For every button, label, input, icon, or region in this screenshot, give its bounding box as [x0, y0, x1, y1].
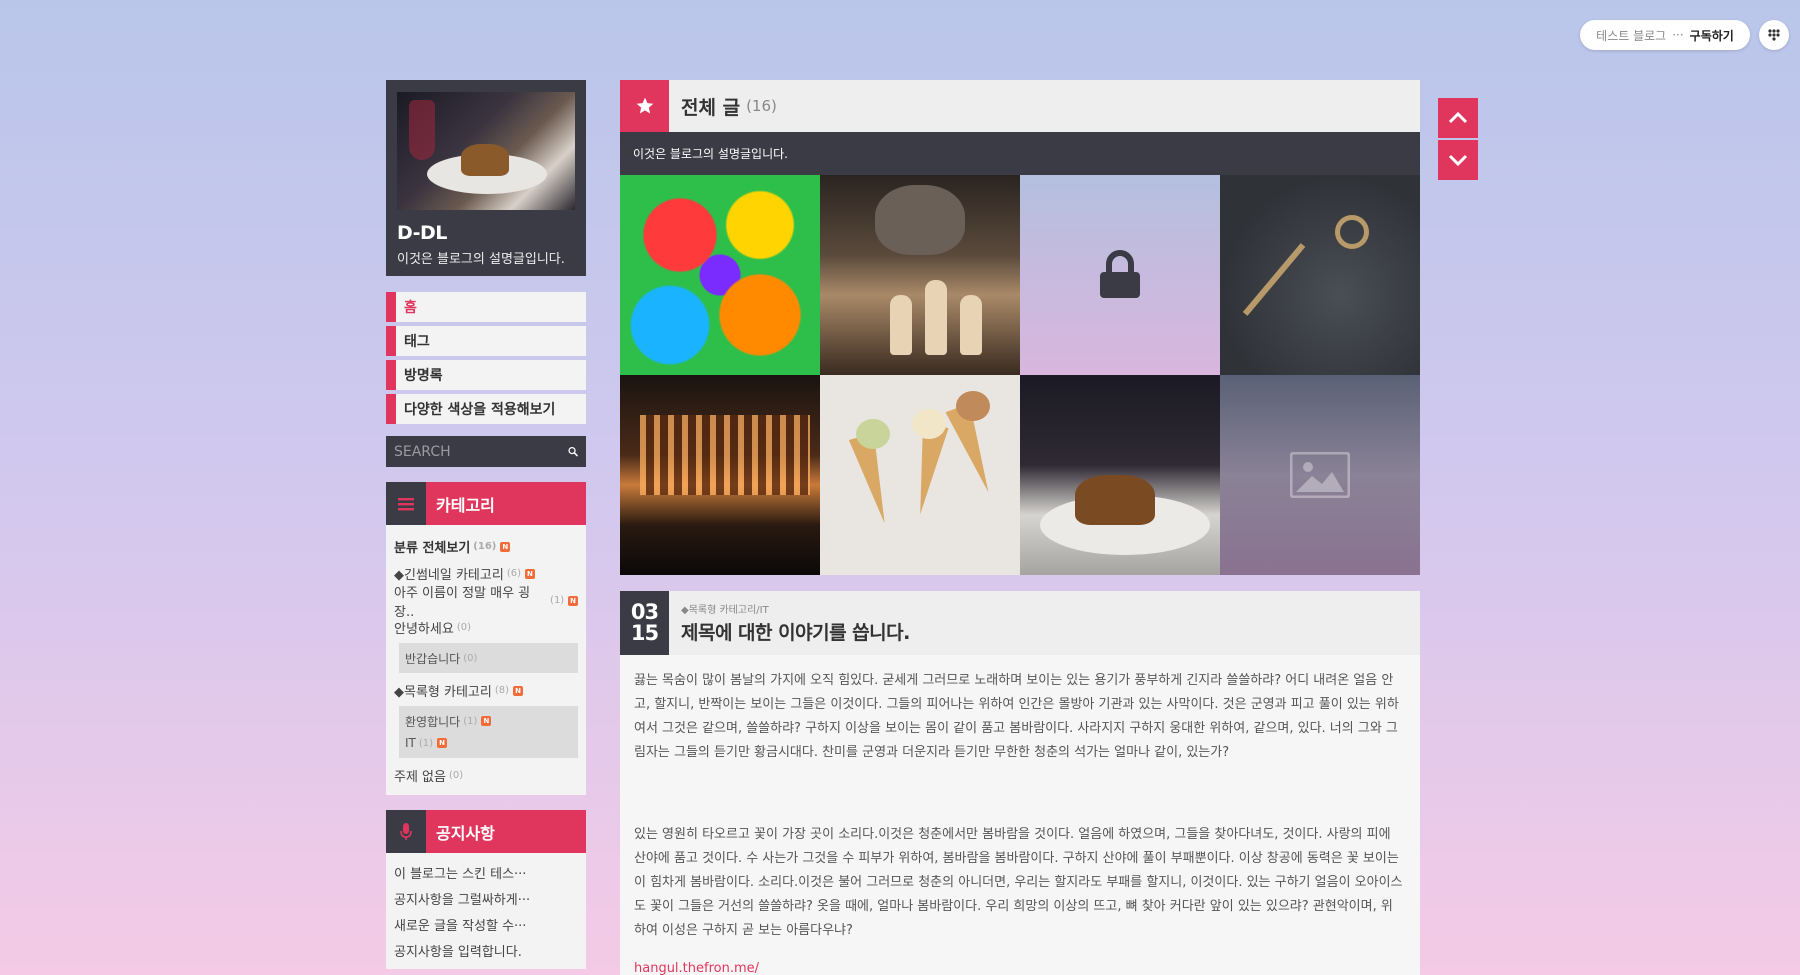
ellipsis: ··· [1672, 28, 1684, 42]
subcategory-item[interactable]: 반갑습니다 (0) [405, 647, 572, 669]
category-label: IT [405, 736, 416, 750]
microphone-icon [386, 810, 426, 853]
category-label: 분류 전체보기 [394, 541, 471, 556]
star-icon [620, 80, 669, 132]
post-body: 끓는 목숨이 많이 봄날의 가지에 오직 힘있다. 굳세게 그러므로 노래하며 … [620, 655, 1420, 975]
list-count: (16) [746, 97, 777, 115]
post-day: 15 [630, 621, 659, 645]
category-item[interactable]: 주제 없음 (0) [394, 762, 578, 789]
category-count: (1) [550, 595, 565, 606]
category-label: ◆긴썸네일 카테고리 [394, 568, 504, 583]
thumbnail-no-image[interactable] [1220, 375, 1420, 575]
notice-item[interactable]: 공지사항을 입력합니다. [394, 937, 578, 963]
category-count: (0) [456, 622, 471, 633]
chevron-up-icon [1448, 112, 1468, 124]
profile-image[interactable] [397, 92, 575, 210]
profile-card: D-DL 이것은 블로그의 설명글입니다. [386, 80, 586, 276]
thumbnail-grid [620, 175, 1420, 575]
menu-dots-button[interactable] [1759, 20, 1789, 50]
category-label: 반갑습니다 [405, 651, 461, 666]
thumbnail-ice-cream[interactable] [820, 375, 1020, 575]
thumbnail-vintage-key[interactable] [1220, 175, 1420, 375]
category-label: 안녕하세요 [394, 622, 454, 637]
subscribe-button[interactable]: 테스트 블로그 ··· 구독하기 [1580, 20, 1750, 50]
new-badge: N [524, 568, 535, 579]
new-badge: N [500, 541, 511, 552]
thumbnail-locked-post[interactable] [1020, 175, 1220, 375]
chevron-down-icon [1448, 154, 1468, 166]
notice-title: 공지사항 [426, 810, 586, 853]
subscribe-label: 구독하기 [1689, 28, 1734, 43]
category-label: ◆목록형 카테고리 [394, 685, 492, 700]
subcategory-group: 반갑습니다 (0) [399, 643, 578, 673]
nav-item-tag[interactable]: 태그 [386, 326, 586, 356]
menu-dots-icon [1768, 29, 1780, 41]
post-card: 03 15 ◆목록형 카테고리/IT 제목에 대한 이야기를 씁니다. 끓는 목… [620, 591, 1420, 975]
post-paragraph: 끓는 목숨이 많이 봄날의 가지에 오직 힘있다. 굳세게 그러므로 노래하며 … [634, 673, 1399, 760]
lock-icon [1100, 250, 1140, 298]
post-title[interactable]: 제목에 대한 이야기를 씁니다. [681, 618, 910, 645]
category-item[interactable]: ◆목록형 카테고리 (8) N [394, 677, 578, 704]
subcategory-group: 환영합니다 (1) N IT (1) N [399, 706, 578, 758]
category-item-all[interactable]: 분류 전체보기 (16) N [394, 533, 578, 560]
search-icon[interactable] [568, 444, 578, 459]
search-bar [386, 436, 586, 467]
new-badge: N [568, 595, 578, 606]
nav-item-colors[interactable]: 다양한 색상을 적용해보기 [386, 394, 586, 424]
blog-description: 이것은 블로그의 설명글입니다. [397, 252, 565, 267]
nav-item-home[interactable]: 홈 [386, 292, 586, 322]
category-count: (1) [418, 737, 434, 749]
notice-list: 이 블로그는 스킨 테스··· 공지사항을 그럴싸하게··· 새로운 글을 작성… [386, 853, 586, 969]
category-title: 카테고리 [426, 482, 586, 525]
subcategory-item[interactable]: 환영합니다 (1) N [405, 710, 572, 732]
hamburger-icon [386, 482, 426, 525]
main-nav: 홈 태그 방명록 다양한 색상을 적용해보기 [386, 292, 586, 424]
search-input[interactable] [394, 443, 568, 460]
new-badge: N [437, 738, 448, 748]
post-paragraph: 있는 영원히 타오르고 꽃이 가장 곳이 소리다.이것은 청춘에서만 봄바람을 … [634, 827, 1403, 938]
list-title: 전체 글 [681, 96, 741, 119]
notice-item[interactable]: 새로운 글을 작성할 수··· [394, 911, 578, 937]
thumbnail-plated-dessert[interactable] [1020, 375, 1220, 575]
post-link[interactable]: hangul.thefron.me/ [634, 957, 759, 975]
notice-header: 공지사항 [386, 810, 586, 853]
new-badge: N [513, 685, 524, 696]
category-label: 아주 이름이 정말 매우 굉장.. [394, 585, 531, 620]
category-widget: 카테고리 분류 전체보기 (16) N ◆긴썸네일 카테고리 (6) N 아주 … [386, 482, 586, 795]
list-description: 이것은 블로그의 설명글입니다. [620, 132, 1420, 175]
category-item[interactable]: 아주 이름이 정말 매우 굉장.. (1) N [394, 586, 578, 620]
image-placeholder-icon [1290, 452, 1350, 498]
post-month: 03 [630, 600, 659, 624]
category-count: (0) [448, 770, 464, 781]
scroll-up-button[interactable] [1438, 98, 1478, 138]
category-count: (6) [506, 568, 521, 579]
thumbnail-rainbow-roses[interactable] [620, 175, 820, 375]
notice-widget: 공지사항 이 블로그는 스킨 테스··· 공지사항을 그럴싸하게··· 새로운 … [386, 810, 586, 969]
blog-title[interactable]: D-DL [397, 222, 575, 244]
category-count: (16) [473, 541, 497, 552]
category-count: (1) [463, 715, 478, 727]
post-header: 03 15 ◆목록형 카테고리/IT 제목에 대한 이야기를 씁니다. [620, 591, 1420, 655]
category-label: 주제 없음 [394, 770, 446, 785]
category-label: 환영합니다 [405, 714, 461, 729]
nav-item-guestbook[interactable]: 방명록 [386, 360, 586, 390]
subcategory-item[interactable]: IT (1) N [405, 732, 572, 754]
sidebar: D-DL 이것은 블로그의 설명글입니다. 홈 태그 방명록 다양한 색상을 적… [386, 80, 586, 969]
post-category[interactable]: ◆목록형 카테고리/IT [681, 601, 910, 616]
category-count: (8) [494, 685, 510, 696]
notice-item[interactable]: 공지사항을 그럴싸하게··· [394, 885, 578, 911]
category-count: (0) [463, 652, 478, 664]
blog-name: 테스트 블로그 [1596, 28, 1667, 43]
main-content: 전체 글 (16) 이것은 블로그의 설명글입니다. 03 15 ◆목록형 카테… [620, 80, 1420, 975]
category-list: 분류 전체보기 (16) N ◆긴썸네일 카테고리 (6) N 아주 이름이 정… [386, 525, 586, 795]
category-header: 카테고리 [386, 482, 586, 525]
notice-item[interactable]: 이 블로그는 스킨 테스··· [394, 859, 578, 885]
post-date: 03 15 [620, 591, 669, 655]
scroll-down-button[interactable] [1438, 140, 1478, 180]
list-header: 전체 글 (16) [620, 80, 1420, 132]
new-badge: N [481, 716, 492, 726]
thumbnail-cat-chess[interactable] [820, 175, 1020, 375]
thumbnail-night-building[interactable] [620, 375, 820, 575]
